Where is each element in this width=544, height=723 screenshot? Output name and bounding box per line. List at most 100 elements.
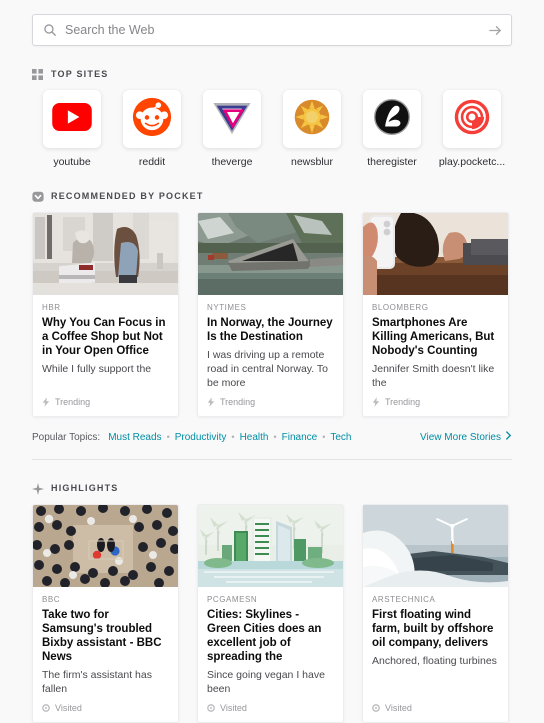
highlight-card[interactable]: BBC Take two for Samsung's troubled Bixb… [32, 504, 179, 723]
top-site-tile [363, 90, 421, 148]
card-title: Smartphones Are Killing Americans, But N… [372, 317, 495, 357]
card-body: BBC Take two for Samsung's troubled Bixb… [33, 587, 178, 722]
top-site-theverge[interactable]: theverge [192, 90, 272, 168]
pocket-card-row: HBR Why You Can Focus in a Coffee Shop b… [32, 212, 512, 417]
card-title: Cities: Skylines - Green Cities does an … [207, 609, 322, 663]
lightning-icon [42, 397, 50, 407]
theverge-logo-icon [212, 99, 252, 140]
sparkle-icon [32, 482, 44, 495]
card-status: Visited [207, 703, 334, 713]
card-excerpt: The firm's assistant has fallen [42, 669, 152, 695]
newsblur-logo-icon [293, 98, 331, 141]
top-site-label: play.pocketc... [438, 156, 506, 168]
card-status: Trending [207, 397, 334, 407]
pocketcasts-logo-icon [453, 98, 491, 141]
card-excerpt: Anchored, floating turbines [372, 655, 497, 667]
topic-productivity[interactable]: Productivity [175, 432, 227, 443]
highlights-title: HIGHLIGHTS [51, 483, 119, 493]
card-body: NYTIMES In Norway, the Journey Is the De… [198, 295, 343, 416]
popular-topics-row: Popular Topics: Must Reads • Productivit… [32, 431, 512, 443]
lightning-icon [207, 397, 215, 407]
highlight-card[interactable]: ARSTECHNICA First floating wind farm, bu… [362, 504, 509, 723]
section-divider [32, 459, 512, 460]
card-image-norway [198, 213, 343, 295]
pocket-section: RECOMMENDED BY POCKET HBR Why You Can Fo… [0, 190, 544, 443]
history-icon [42, 704, 50, 712]
card-status-label: Trending [55, 397, 91, 407]
card-excerpt: Since going vegan I have been [207, 669, 325, 695]
card-status-label: Visited [385, 703, 412, 713]
card-domain: ARSTECHNICA [372, 595, 436, 604]
card-image-coffee-shop [33, 213, 178, 295]
top-site-pocketcasts[interactable]: play.pocketc... [432, 90, 512, 168]
topic-separator: • [166, 432, 170, 442]
top-site-reddit[interactable]: reddit [112, 90, 192, 168]
top-site-tile [123, 90, 181, 148]
card-excerpt: I was driving up a remote road in centra… [207, 349, 329, 389]
card-domain: HBR [42, 303, 61, 312]
top-sites-title: TOP SITES [51, 69, 109, 79]
top-site-label: reddit [138, 156, 166, 168]
top-site-theregister[interactable]: theregister [352, 90, 432, 168]
card-domain: NYTIMES [207, 303, 247, 312]
view-more-stories-label: View More Stories [420, 431, 501, 443]
topic-health[interactable]: Health [240, 432, 269, 443]
card-domain: BLOOMBERG [372, 303, 429, 312]
topic-tech[interactable]: Tech [330, 432, 351, 443]
youtube-logo-icon [52, 102, 92, 136]
card-status-label: Trending [385, 397, 421, 407]
card-title: Take two for Samsung's troubled Bixby as… [42, 609, 162, 663]
card-body: PCGAMESN Cities: Skylines - Green Cities… [198, 587, 343, 722]
top-site-youtube[interactable]: youtube [32, 90, 112, 168]
topic-separator: • [273, 432, 277, 442]
topic-separator: • [231, 432, 235, 442]
pocket-card[interactable]: NYTIMES In Norway, the Journey Is the De… [197, 212, 344, 417]
top-site-tile [443, 90, 501, 148]
lightning-icon [372, 397, 380, 407]
pocket-card[interactable]: HBR Why You Can Focus in a Coffee Shop b… [32, 212, 179, 417]
highlights-card-row: BBC Take two for Samsung's troubled Bixb… [32, 504, 512, 723]
card-title: In Norway, the Journey Is the Destinatio… [207, 317, 333, 343]
pocket-header: RECOMMENDED BY POCKET [32, 190, 512, 202]
search-submit-button[interactable] [481, 16, 509, 44]
topic-finance[interactable]: Finance [282, 432, 318, 443]
highlight-card[interactable]: PCGAMESN Cities: Skylines - Green Cities… [197, 504, 344, 723]
top-site-label: newsblur [290, 156, 334, 168]
pocket-card[interactable]: BLOOMBERG Smartphones Are Killing Americ… [362, 212, 509, 417]
card-image-wind-turbine [363, 505, 508, 587]
pocket-title: RECOMMENDED BY POCKET [51, 191, 204, 201]
card-excerpt: Jennifer Smith doesn't like the [372, 363, 495, 389]
topic-must-reads[interactable]: Must Reads [108, 432, 161, 443]
topic-separator: • [322, 432, 326, 442]
search-icon [43, 23, 57, 37]
card-status: Trending [372, 397, 499, 407]
view-more-stories-link[interactable]: View More Stories [420, 431, 512, 443]
search-input[interactable] [65, 16, 481, 44]
history-icon [372, 704, 380, 712]
search-section [0, 0, 544, 46]
top-site-label: theverge [211, 156, 253, 168]
top-site-tile [43, 90, 101, 148]
card-image-smartphone [363, 213, 508, 295]
card-image-crowd [33, 505, 178, 587]
top-site-label: theregister [367, 156, 417, 168]
card-status-label: Trending [220, 397, 256, 407]
top-site-label: youtube [53, 156, 91, 168]
card-body: HBR Why You Can Focus in a Coffee Shop b… [33, 295, 178, 416]
newtab-page: TOP SITES youtube [0, 0, 544, 723]
top-site-newsblur[interactable]: newsblur [272, 90, 352, 168]
card-status: Visited [372, 703, 499, 713]
card-status: Trending [42, 397, 169, 407]
top-sites-list: youtube reddit theverge newsblur theregi… [32, 90, 512, 168]
card-image-green-city [198, 505, 343, 587]
top-site-tile [283, 90, 341, 148]
highlights-section: HIGHLIGHTS BBC Take two for Samsung's tr… [0, 482, 544, 723]
theregister-logo-icon [373, 98, 411, 141]
grid-icon [32, 68, 44, 80]
popular-topics-label: Popular Topics: [32, 431, 101, 443]
card-body: BLOOMBERG Smartphones Are Killing Americ… [363, 295, 508, 416]
top-sites-header: TOP SITES [32, 68, 512, 80]
card-domain: BBC [42, 595, 61, 604]
card-status-label: Visited [55, 703, 82, 713]
search-bar[interactable] [32, 14, 512, 46]
